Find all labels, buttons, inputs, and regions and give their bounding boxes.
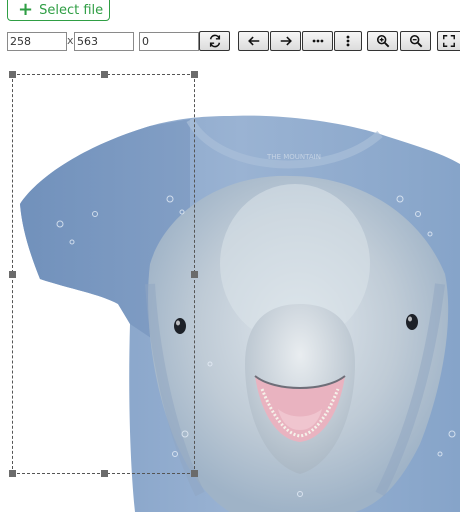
previous-button[interactable] (238, 31, 269, 51)
shirt-print-text: THE MOUNTAIN (266, 153, 321, 161)
arrow-right-icon (280, 36, 292, 46)
next-button[interactable] (270, 31, 301, 51)
more-horizontal-icon (312, 39, 323, 43)
fullscreen-icon (443, 35, 455, 47)
rotate-icon (209, 34, 220, 48)
image-canvas[interactable]: THE MOUNTAIN (0, 64, 460, 512)
zoom-in-icon (376, 34, 389, 48)
more-vertical-icon (346, 35, 350, 47)
crop-handle-bottom[interactable] (101, 470, 108, 477)
crop-handle-top-left[interactable] (9, 71, 16, 78)
crop-handle-bottom-right[interactable] (191, 470, 198, 477)
arrow-left-icon (247, 36, 259, 46)
crop-selection-box[interactable] (9, 71, 198, 477)
more-horizontal-button[interactable] (302, 31, 333, 51)
dimension-separator: x (67, 34, 74, 47)
fullscreen-button[interactable] (437, 31, 460, 51)
zoom-out-icon (409, 34, 422, 48)
height-input[interactable]: 563 (74, 32, 134, 51)
crop-handle-bottom-left[interactable] (9, 470, 16, 477)
crop-handle-left[interactable] (9, 271, 16, 278)
more-vertical-button[interactable] (334, 31, 362, 51)
select-file-button[interactable]: + Select file (7, 0, 110, 21)
crop-handle-top-right[interactable] (191, 71, 198, 78)
rotate-button[interactable] (199, 31, 230, 51)
select-file-label: Select file (39, 2, 104, 18)
plus-icon: + (18, 0, 34, 20)
zoom-in-button[interactable] (367, 31, 398, 51)
crop-handle-right[interactable] (191, 271, 198, 278)
width-input[interactable]: 258 (7, 32, 67, 51)
crop-handle-top[interactable] (101, 71, 108, 78)
zoom-out-button[interactable] (400, 31, 431, 51)
rotation-input[interactable]: 0 (139, 32, 199, 51)
